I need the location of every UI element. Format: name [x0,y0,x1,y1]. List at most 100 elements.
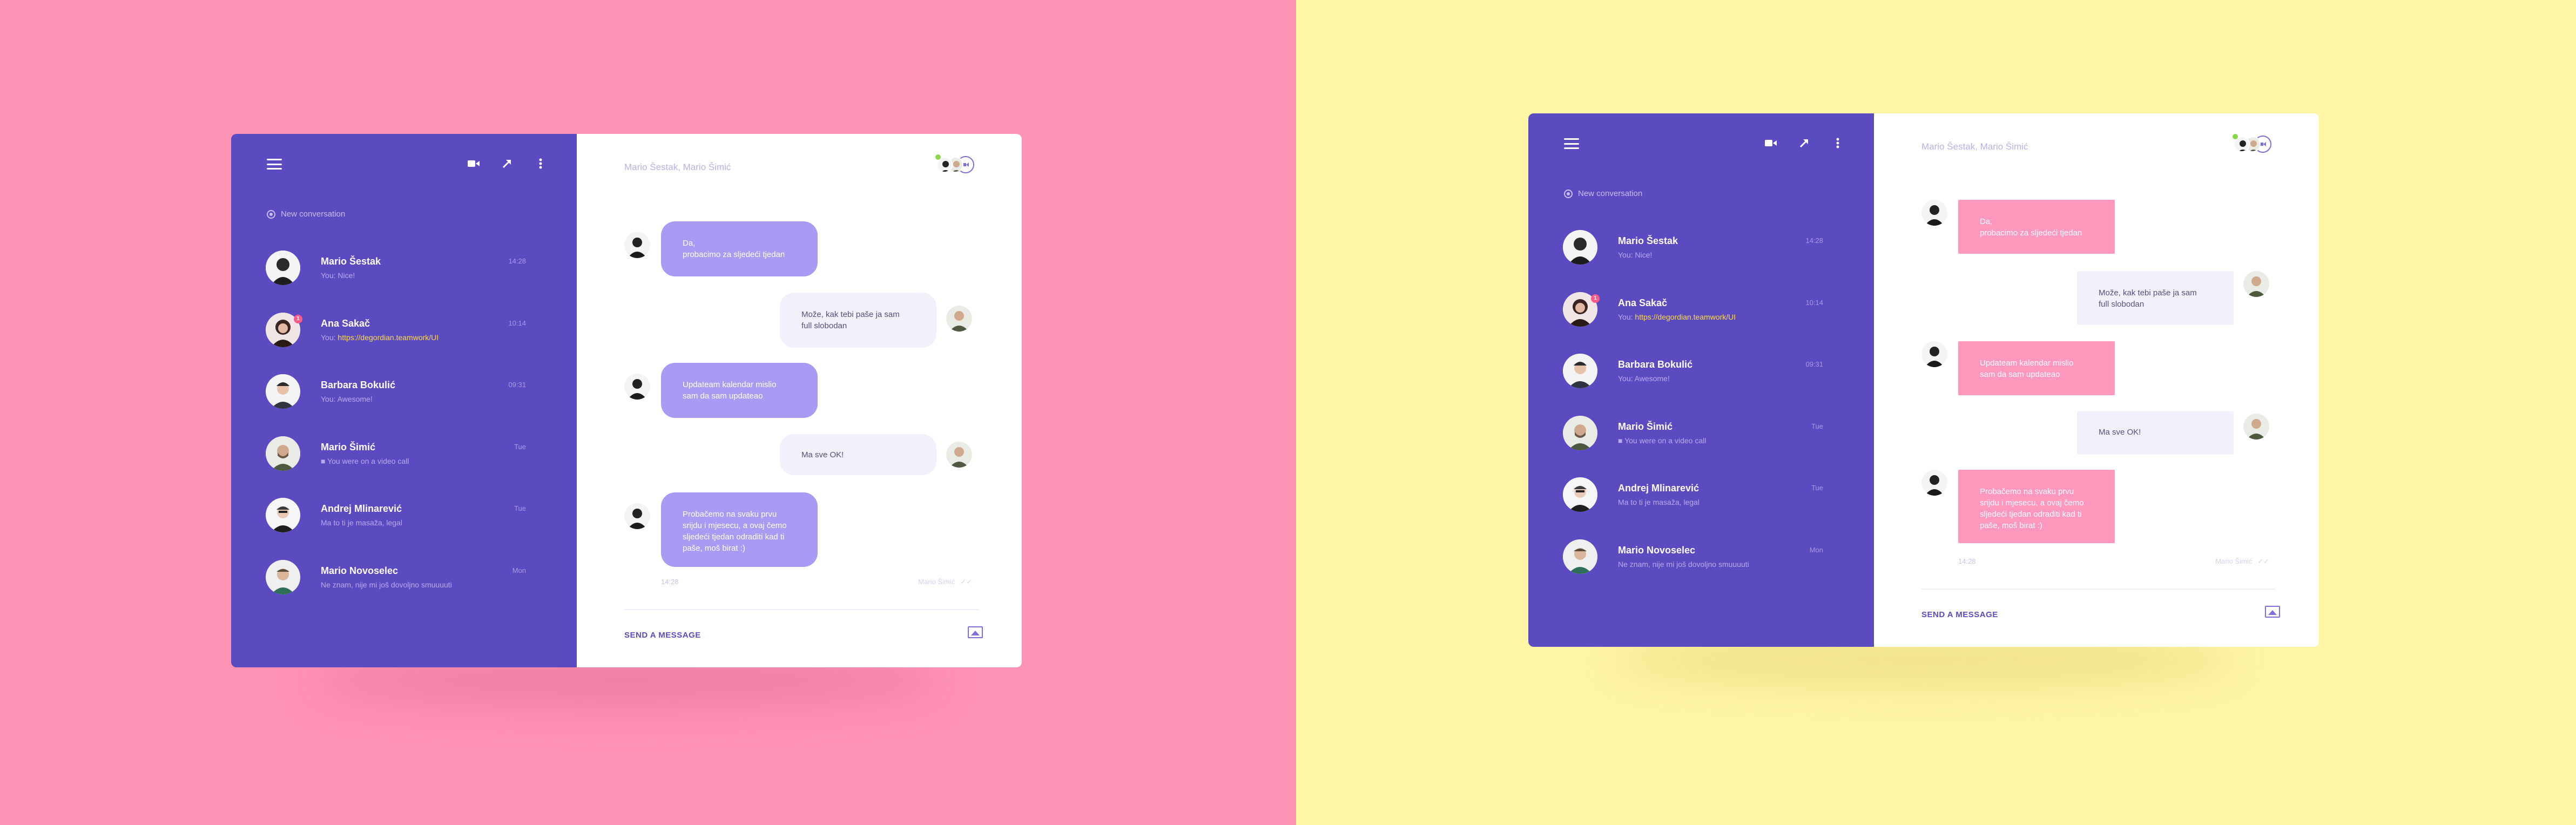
image-attach-icon[interactable] [2265,606,2280,618]
conversation-item[interactable]: Mario Šimić ■ You were on a video call T… [231,436,577,498]
preview-link[interactable]: https://degordian.teamwork/UI [338,333,439,342]
chat-panel: Mario Šestak, Mario Šimić Da, probacimo z… [1874,113,2319,647]
online-indicator [2233,134,2238,139]
message-bubble: Može, kak tebi paše ja sam full slobodan [780,293,936,348]
conversation-time: 14:28 [1805,236,1823,245]
conversation-item[interactable]: Andrej Mlinarević Ma to ti je masaža, le… [231,498,577,560]
sender-avatar [1921,341,1947,367]
avatar [266,251,300,285]
message-line: probacimo za sljedeći tjedan [1980,228,2082,238]
avatar [266,559,300,594]
conversation-name: Mario Šestak [321,256,381,267]
preview-prefix: You: [1618,312,1633,321]
chat-panel: Mario Šestak, Mario Šimić Da, probacimo z… [577,134,1022,667]
avatar [1563,230,1597,265]
sidebar: New conversation Mario Šestak You: Nice!… [231,134,581,667]
message-line: full slobodan [801,321,847,330]
conversation-name: Andrej Mlinarević [1618,483,1700,493]
gear-icon [267,209,275,219]
avatar [1563,477,1597,512]
conversation-item[interactable]: 1 Ana Sakač You: https://degordian.teamw… [1528,292,1874,354]
preview-link[interactable]: https://degordian.teamwork/UI [1635,313,1736,321]
message-bubble: Probačemo na svaku prvu srijdu i mjesecu,… [1958,470,2115,543]
preview-text: Ne znam, nije mi još dovoljno smuuuuti [321,580,452,589]
message-line: Ma sve OK! [2099,428,2141,437]
send-message-input[interactable]: SEND A MESSAGE [624,631,701,640]
message-line: sam da sam updateao [1980,370,2060,379]
conversation-item[interactable]: Mario Šestak You: Nice! 14:28 [231,251,577,313]
conversation-item[interactable]: Mario Novoselec Ne znam, nije mi još dov… [1528,539,1874,601]
conversation-item[interactable]: Mario Novoselec Ne znam, nije mi još dov… [231,559,577,622]
message-bubble: Da, probacimo za sljedeći tjedan [661,221,818,276]
conversation-name: Mario Novoselec [1618,544,1696,556]
conversation-preview: You: Nice! [321,271,355,280]
conversation-preview: Ma to ti je masaža, legal [1618,498,1700,506]
sidebar: New conversation Mario Šestak You: Nice!… [1528,113,1878,647]
seen-by: Mario Šimić [2215,557,2253,565]
message-line: Može, kak tebi paše ja sam [801,310,900,319]
share-arrow-icon[interactable] [500,157,514,171]
conversation-preview: You: https://degordian.teamwork/UI [321,333,439,342]
share-arrow-icon[interactable] [1797,136,1811,150]
unread-badge: 1 [294,314,302,323]
conversation-list: Mario Šestak You: Nice! 14:28 1 Ana Saka… [1528,230,1874,601]
conversation-name: Mario Šimić [1618,421,1673,432]
conversation-item[interactable]: Mario Šimić ■ You were on a video call T… [1528,415,1874,478]
video-call-icon[interactable] [1764,136,1778,150]
online-indicator [935,154,941,160]
composer-divider [624,609,979,610]
conversation-item[interactable]: 1 Ana Sakač You: https://degordian.teamw… [231,312,577,375]
menu-icon[interactable] [267,159,282,170]
last-message-time: 14:28 [1958,557,1976,565]
conversation-preview: You: Nice! [1618,251,1652,259]
conversation-time: 10:14 [1805,298,1823,307]
seen-status: Mario Šimić ✓✓ [2215,557,2269,566]
avatar [1563,539,1597,574]
send-message-input[interactable]: SEND A MESSAGE [1921,610,1998,619]
more-options-icon[interactable] [534,157,548,171]
new-conversation-button[interactable]: New conversation [1564,189,1642,198]
avatar [266,436,300,471]
conversation-time: Mon [512,566,526,574]
image-attach-icon[interactable] [968,626,983,638]
preview-text: Ma to ti je masaža, legal [1618,498,1700,506]
composer-divider [1921,589,2276,590]
message-line: sljedeći tjedan odraditi kad ti [683,532,785,542]
sender-avatar [2243,414,2269,439]
conversation-time: 09:31 [1805,360,1823,368]
conversation-item[interactable]: Andrej Mlinarević Ma to ti je masaža, le… [1528,477,1874,539]
preview-text: You were on a video call [327,456,409,465]
preview-text: You: Nice! [1618,251,1653,259]
message-line: full slobodan [2099,300,2145,309]
message-line: sam da sam updateao [683,391,763,401]
conversation-preview: ■ You were on a video call [321,457,409,465]
new-conversation-button[interactable]: New conversation [267,209,345,219]
message-line: Može, kak tebi paše ja sam [2099,288,2197,297]
sender-avatar [946,442,972,468]
video-icon: ■ [1618,436,1625,445]
video-call-icon[interactable] [467,157,481,171]
message-bubble: Može, kak tebi paše ja sam full slobodan [2077,271,2234,325]
sidebar-toolbar [1764,136,1845,150]
left-variant: New conversation Mario Šestak You: Nice!… [0,0,1296,825]
conversation-time: Tue [514,504,526,512]
conversation-item[interactable]: Barbara Bokulić You: Awesome! 09:31 [231,374,577,436]
new-conversation-label: New conversation [1578,189,1643,198]
preview-text: Ma to ti je masaža, legal [321,518,402,527]
message-bubble: Probačemo na svaku prvu srijdu i mjesecu,… [661,492,818,567]
message-line: Probačemo na svaku prvu [1980,487,2074,496]
conversation-item[interactable]: Barbara Bokulić You: Awesome! 09:31 [1528,354,1874,416]
conversation-name: Mario Šestak [1618,235,1678,246]
conversation-item[interactable]: Mario Šestak You: Nice! 14:28 [1528,230,1874,292]
more-options-icon[interactable] [1831,136,1845,150]
sender-avatar [624,232,650,258]
unread-badge: 1 [1591,294,1600,303]
sender-avatar [2243,271,2269,297]
message-line: Da, [683,239,696,248]
message-bubble: Updateam kalendar mislio sam da sam updat… [661,363,818,418]
seen-check-icon: ✓✓ [960,578,972,586]
sender-avatar [1921,470,1947,496]
sender-avatar [624,374,650,400]
conversation-time: 10:14 [508,319,526,327]
menu-icon[interactable] [1564,138,1579,149]
